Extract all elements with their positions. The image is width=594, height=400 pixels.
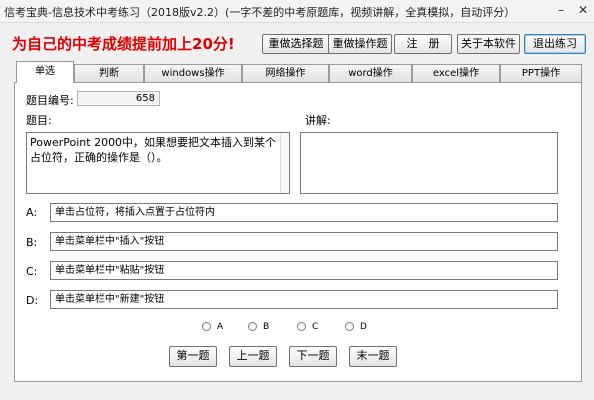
option-b-text: 单击菜单栏中"插入"按钮 [50, 232, 558, 251]
radio-circle-icon[interactable] [248, 322, 257, 331]
tab-single-choice[interactable]: 单选 [16, 61, 74, 83]
answer-radio-c[interactable]: C [297, 321, 318, 333]
question-scrollbar[interactable] [280, 133, 289, 193]
tab-excel-operation[interactable]: excel操作 [412, 64, 500, 82]
option-d-text: 单击菜单栏中"新建"按钮 [50, 290, 558, 309]
question-number-label: 题目编号: [26, 94, 74, 107]
tab-word-operation[interactable]: word操作 [329, 64, 412, 82]
answer-radio-d[interactable]: D [345, 321, 367, 333]
question-label: 题目: [26, 114, 52, 127]
previous-question-button[interactable]: 上一题 [229, 346, 277, 367]
redo-operation-button[interactable]: 重做操作题 [328, 34, 392, 54]
explanation-text-box[interactable] [300, 132, 558, 194]
question-text-box[interactable]: PowerPoint 2000中，如果想要把文本插入到某个占位符，正确的操作是（… [26, 132, 290, 194]
last-question-button[interactable]: 末一题 [349, 346, 397, 367]
answer-radio-d-label: D [360, 322, 367, 332]
exit-practice-button[interactable]: 退出练习 [524, 34, 586, 54]
option-c-text: 单击菜单栏中"粘贴"按钮 [50, 261, 558, 280]
radio-circle-icon[interactable] [297, 322, 306, 331]
about-button[interactable]: 关于本软件 [457, 34, 520, 54]
answer-radio-b-label: B [263, 322, 270, 332]
next-question-button[interactable]: 下一题 [289, 346, 337, 367]
option-a-text: 单击占位符，将插入点置于占位符内 [50, 203, 558, 222]
close-icon[interactable]: ✕ [574, 2, 592, 18]
radio-circle-icon[interactable] [202, 322, 211, 331]
tab-true-false[interactable]: 判断 [74, 64, 144, 82]
radio-circle-icon[interactable] [345, 322, 354, 331]
answer-radio-b[interactable]: B [248, 321, 269, 333]
option-d-label: D: [26, 294, 39, 307]
option-a-label: A: [26, 206, 38, 219]
register-button[interactable]: 注 册 [394, 34, 452, 54]
first-question-button[interactable]: 第一题 [169, 346, 217, 367]
minimize-icon[interactable]: – [552, 2, 570, 18]
question-number-field: 658 [77, 91, 160, 106]
window-title: 信考宝典-信息技术中考练习（2018版v2.2）(一字不差的中考原题库，视频讲解… [4, 6, 516, 19]
tab-network-operation[interactable]: 网络操作 [242, 64, 329, 82]
explanation-label: 讲解: [305, 114, 331, 127]
answer-radio-a-label: A [217, 322, 224, 332]
answer-radio-c-label: C [312, 322, 319, 332]
tab-ppt-operation[interactable]: PPT操作 [500, 64, 582, 82]
redo-choice-button[interactable]: 重做选择题 [262, 34, 330, 54]
question-text: PowerPoint 2000中，如果想要把文本插入到某个占位符，正确的操作是（… [30, 136, 277, 164]
title-bar: 信考宝典-信息技术中考练习（2018版v2.2）(一字不差的中考原题库，视频讲解… [0, 0, 594, 23]
option-c-label: C: [26, 265, 38, 278]
slogan-text: 为自己的中考成绩提前加上20分! [12, 35, 235, 53]
answer-radio-a[interactable]: A [202, 321, 223, 333]
option-b-label: B: [26, 236, 38, 249]
tab-windows-operation[interactable]: windows操作 [144, 64, 242, 82]
